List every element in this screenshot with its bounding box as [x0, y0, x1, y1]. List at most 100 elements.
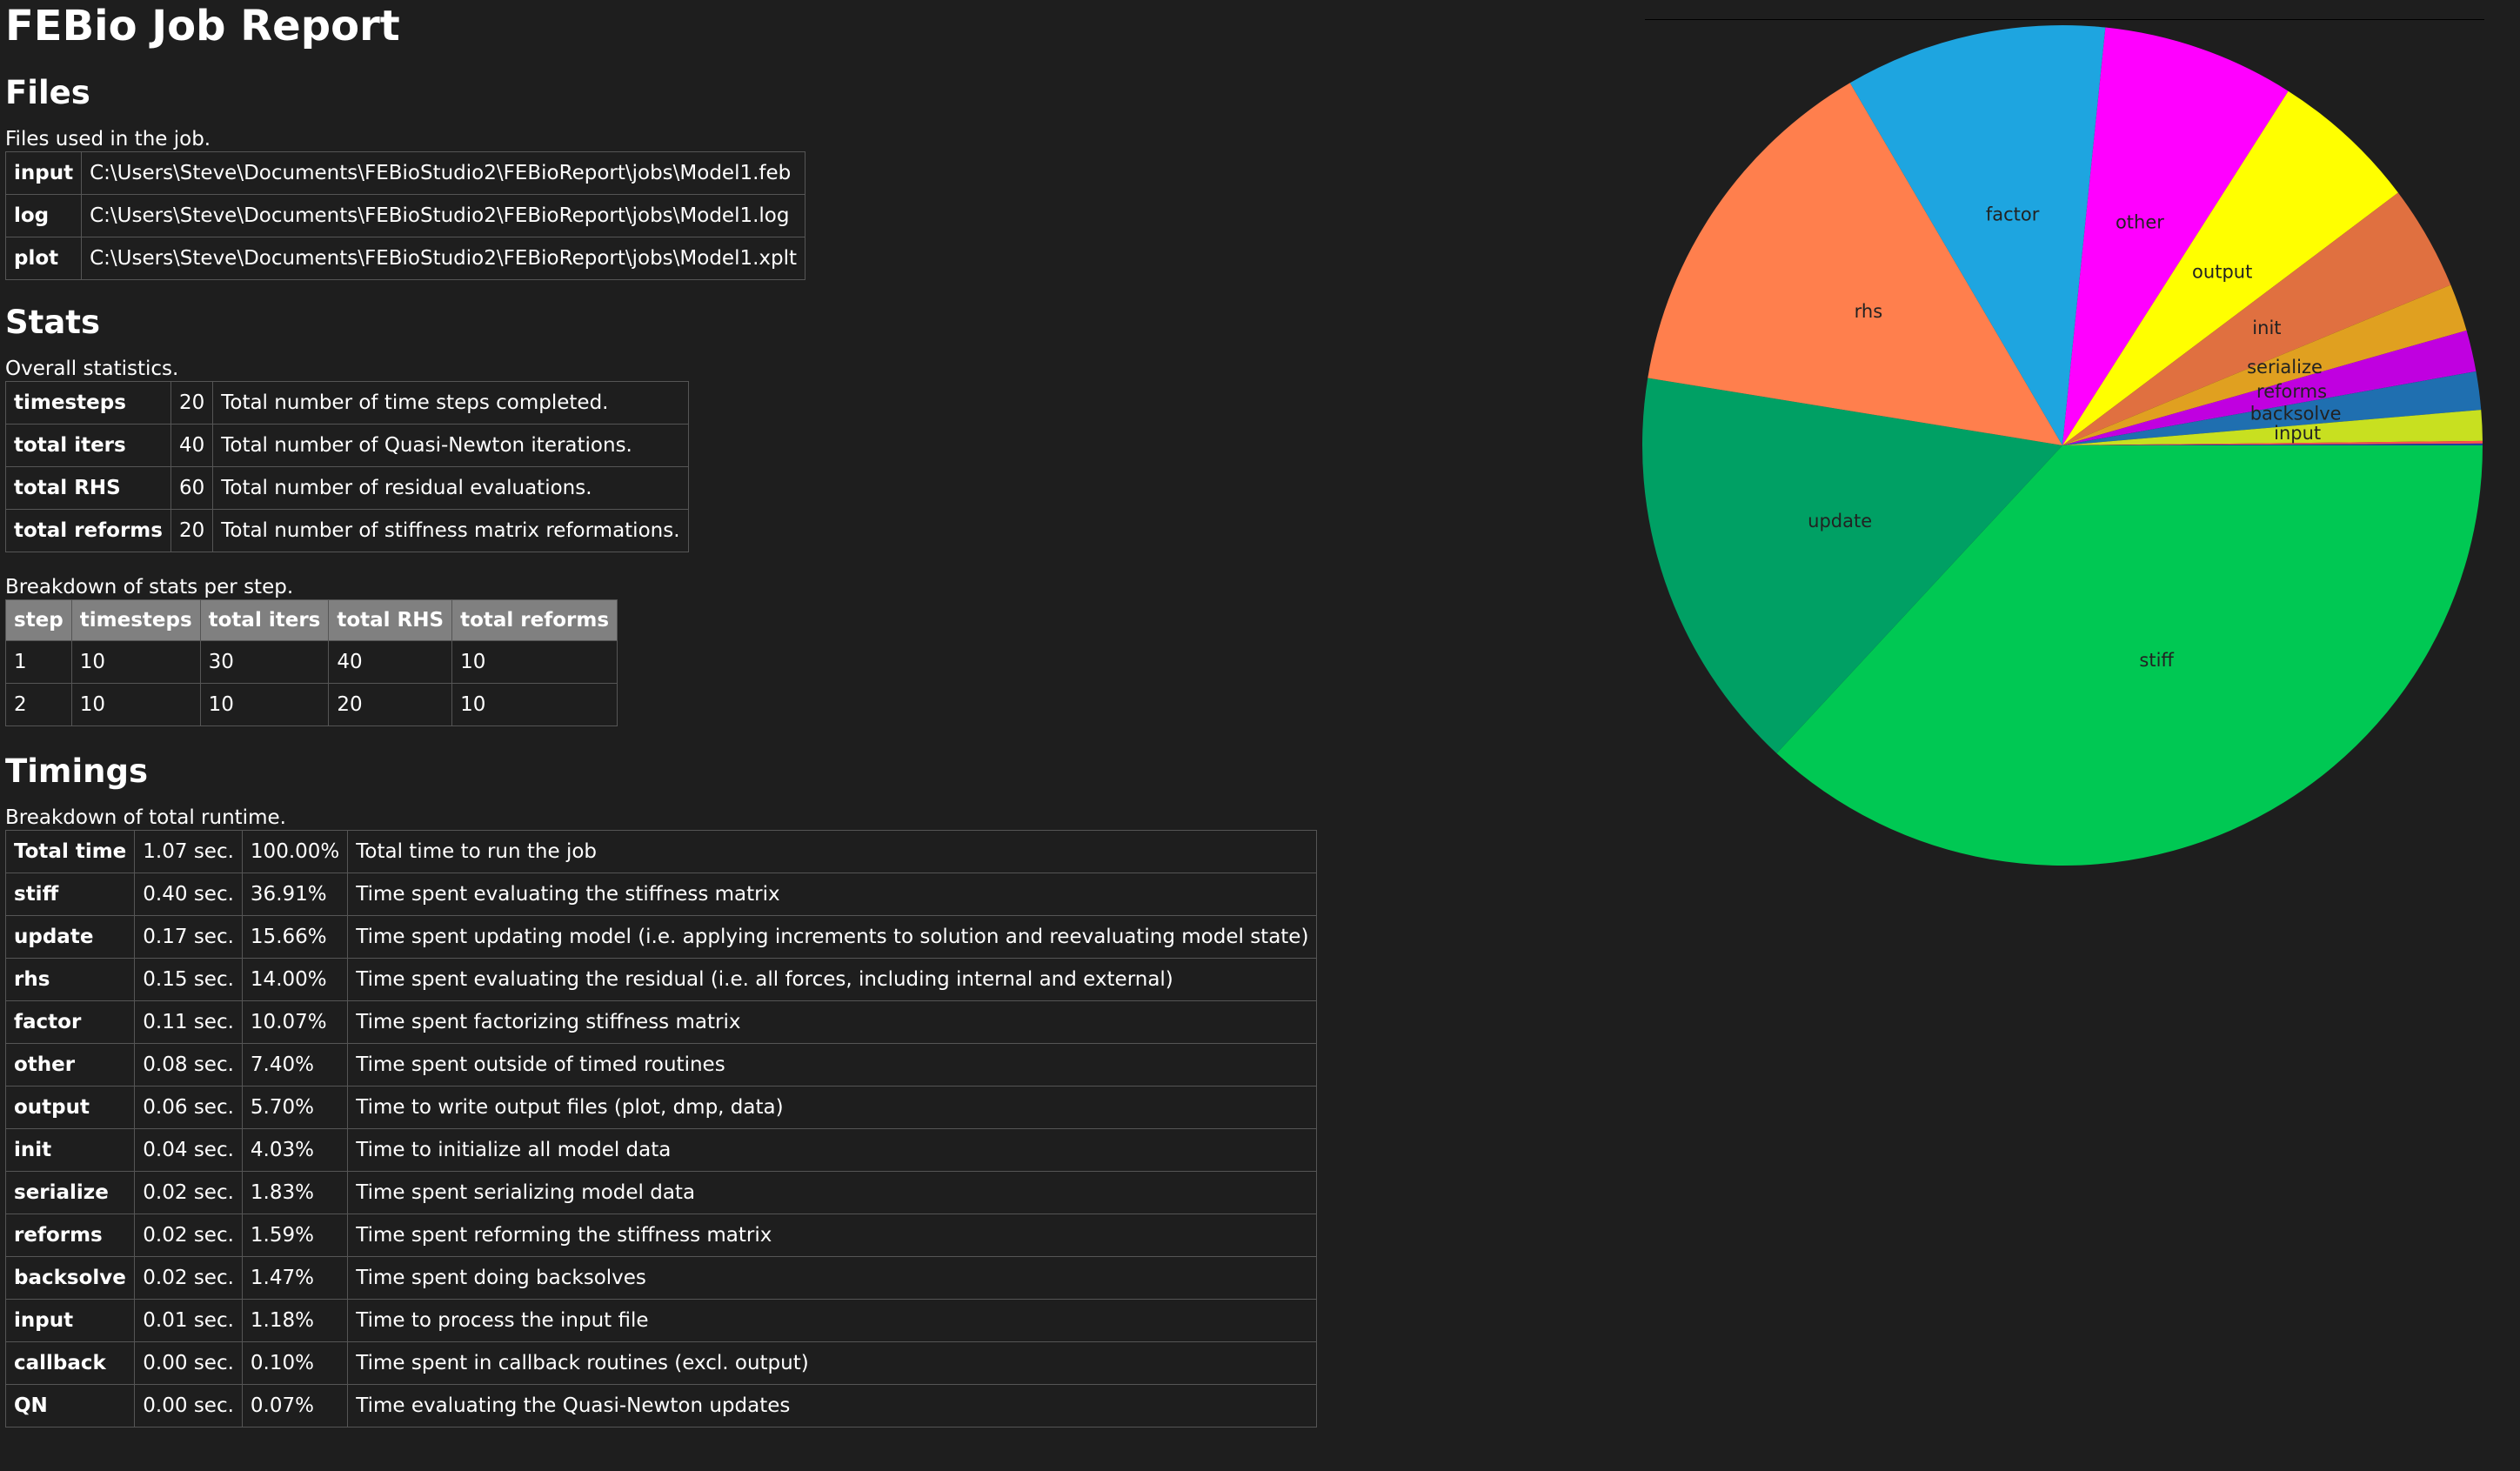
files-heading: Files [5, 74, 90, 111]
timing-time: 0.00 sec. [134, 1384, 243, 1428]
timing-pct: 14.00% [241, 958, 349, 1001]
timing-time: 0.01 sec. [134, 1299, 243, 1342]
timing-time: 0.02 sec. [134, 1214, 243, 1257]
files-key: log [4, 194, 83, 237]
table-row: timesteps 20 Total number of time steps … [5, 381, 689, 425]
table-row: rhs 0.15 sec. 14.00% Time spent evaluating … [4, 958, 1318, 1001]
table-row: log C:\Users\Steve\Documents\FEBioStudio… [4, 194, 806, 237]
timing-time: 0.11 sec. [134, 1000, 243, 1044]
timing-key: update [4, 915, 136, 959]
timing-pct: 1.59% [241, 1214, 349, 1257]
table-row: serialize 0.02 sec. 1.83% Time spent serial… [4, 1171, 1318, 1214]
timing-pct: 10.07% [241, 1000, 349, 1044]
table-row: stiff 0.40 sec. 36.91% Time spent evaluatin… [4, 873, 1318, 916]
table-row: callback 0.00 sec. 0.10% Time spent in call… [4, 1341, 1318, 1385]
timing-desc: Time to process the input file [347, 1299, 1318, 1342]
timing-key: stiff [4, 873, 136, 916]
stats-key: total reforms [5, 509, 171, 552]
timing-key: backsolve [4, 1256, 136, 1300]
pie-label-input: input [2274, 423, 2321, 444]
column-header: total RHS [328, 599, 453, 641]
timing-pct: 0.07% [241, 1384, 349, 1428]
timing-pct: 100.00% [241, 830, 349, 873]
stats-value: 40 [170, 424, 214, 467]
timing-time: 0.15 sec. [134, 958, 243, 1001]
timing-pct: 1.83% [241, 1171, 349, 1214]
pie-label-output: output [2192, 261, 2252, 282]
files-key: input [4, 151, 83, 195]
breakdown-description: Breakdown of stats per step. [5, 576, 294, 598]
timing-time: 0.40 sec. [134, 873, 243, 916]
table-row: total iters 40 Total number of Quasi-New… [5, 424, 689, 467]
stats-key: total iters [5, 424, 171, 467]
timings-description: Breakdown of total runtime. [5, 806, 286, 829]
timing-pct: 1.18% [241, 1299, 349, 1342]
stats-key: timesteps [5, 381, 171, 425]
timing-desc: Time spent outside of timed routines [347, 1043, 1318, 1087]
report: FEBio Job Report Files Files used in the… [4, 0, 1623, 1428]
table-row: other 0.08 sec. 7.40% Time spent outside of… [4, 1043, 1318, 1087]
stats-description: Overall statistics. [5, 358, 179, 380]
pie-label-serialize: serialize [2247, 357, 2323, 378]
pie-label-other: other [2116, 212, 2164, 233]
column-header: total reforms [451, 599, 618, 641]
files-table: input C:\Users\Steve\Documents\FEBioStud… [4, 151, 806, 280]
table-row: reforms 0.02 sec. 1.59% Time spent reformin… [4, 1214, 1318, 1257]
timing-key: input [4, 1299, 136, 1342]
timing-pct: 15.66% [241, 915, 349, 959]
stats-desc: Total number of residual evaluations. [212, 466, 689, 510]
files-key: plot [4, 237, 83, 280]
timing-time: 0.08 sec. [134, 1043, 243, 1087]
timing-desc: Time spent serializing model data [347, 1171, 1318, 1214]
stats-desc: Total number of stiffness matrix reforma… [212, 509, 689, 552]
table-row: update 0.17 sec. 15.66% Time spent updating… [4, 915, 1318, 959]
timings-heading: Timings [5, 752, 149, 790]
stats-heading: Stats [5, 304, 101, 341]
timing-pct: 36.91% [241, 873, 349, 916]
timing-time: 1.07 sec. [134, 830, 243, 873]
table-cell: 30 [199, 640, 330, 684]
timing-time: 0.06 sec. [134, 1086, 243, 1129]
table-cell: 1 [5, 640, 72, 684]
table-row: 1 10 30 40 10 [5, 640, 618, 684]
timing-pct: 7.40% [241, 1043, 349, 1087]
timing-key: Total time [4, 830, 136, 873]
table-row: Total time 1.07 sec. 100.00% Total time to … [4, 830, 1318, 873]
table-row: input 0.01 sec. 1.18% Time to process the i… [4, 1299, 1318, 1342]
files-path: C:\Users\Steve\Documents\FEBioStudio2\FE… [81, 194, 806, 237]
stats-key: total RHS [5, 466, 171, 510]
files-path: C:\Users\Steve\Documents\FEBioStudio2\FE… [81, 237, 806, 280]
column-header: step [5, 599, 72, 641]
timing-key: serialize [4, 1171, 136, 1214]
pie-label-factor: factor [1986, 204, 2040, 225]
pie-label-backsolve: backsolve [2250, 404, 2342, 425]
table-row: init 0.04 sec. 4.03% Time to initialize all… [4, 1128, 1318, 1172]
timing-time: 0.02 sec. [134, 1256, 243, 1300]
timing-key: other [4, 1043, 136, 1087]
table-cell: 10 [70, 640, 201, 684]
timings-pie-chart: stiff update rhs factor other output init seria… [1641, 19, 2484, 872]
table-cell: 10 [70, 683, 201, 726]
pie-label-update: update [1808, 511, 1872, 532]
timing-pct: 1.47% [241, 1256, 349, 1300]
pie-label-stiff: stiff [2139, 650, 2174, 671]
table-row: total reforms 20 Total number of stiffne… [5, 509, 689, 552]
timing-key: output [4, 1086, 136, 1129]
table-cell: 2 [5, 683, 72, 726]
pie-label-reforms: reforms [2256, 381, 2327, 402]
breakdown-table: step timesteps total iters total RHS tot… [5, 599, 618, 726]
timing-desc: Time spent updating model (i.e. applying… [347, 915, 1318, 959]
timing-desc: Time spent factorizing stiffness matrix [347, 1000, 1318, 1044]
timing-key: factor [4, 1000, 136, 1044]
table-row: input C:\Users\Steve\Documents\FEBioStud… [4, 151, 806, 195]
pie-slices [1642, 25, 2483, 866]
timing-key: init [4, 1128, 136, 1172]
timing-desc: Time to initialize all model data [347, 1128, 1318, 1172]
table-cell: 10 [451, 640, 618, 684]
column-header: timesteps [70, 599, 201, 641]
table-cell: 20 [328, 683, 453, 726]
pie-chart-svg: stiff update rhs factor other output init seria… [1642, 19, 2484, 866]
stats-desc: Total number of Quasi-Newton iterations. [212, 424, 689, 467]
timing-desc: Time spent evaluating the stiffness matr… [347, 873, 1318, 916]
timings-table: Total time 1.07 sec. 100.00% Total time to … [4, 830, 1318, 1428]
